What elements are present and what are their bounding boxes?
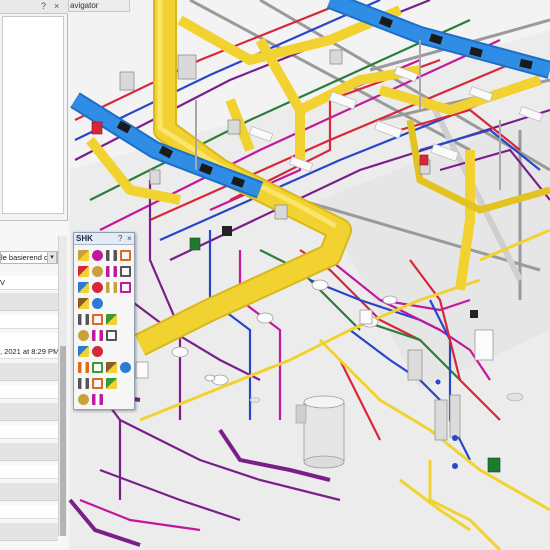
property-group-header (0, 443, 58, 461)
sink-tool-icon[interactable] (78, 266, 89, 277)
play-tool-icon[interactable] (92, 330, 103, 341)
box-tool-icon[interactable] (92, 394, 103, 405)
project-tree[interactable] (2, 16, 64, 214)
filter-tool-icon[interactable] (78, 378, 89, 389)
scrollbar-thumb[interactable] (60, 346, 66, 536)
property-row-date[interactable]: , 2021 at 8:29 PM (0, 345, 58, 359)
app-window: ? × le basierend der F ▾ V , 2021 at 8:2… (0, 0, 550, 550)
property-group-header (0, 363, 58, 381)
project-browser-panel: ? × le basierend der F ▾ V , 2021 at 8:2… (0, 0, 68, 550)
boiler-tool-icon[interactable] (106, 282, 117, 293)
property-group-header (0, 403, 58, 421)
valve-pair-tool-icon[interactable] (92, 362, 103, 373)
heater-tool-icon[interactable] (92, 346, 103, 357)
valve-tool-icon[interactable] (106, 250, 117, 261)
meter-tool-icon[interactable] (120, 282, 131, 293)
property-row[interactable] (0, 385, 58, 399)
properties-scrollbar[interactable] (58, 236, 67, 536)
help-button[interactable]: ? (118, 234, 122, 243)
fire-hose-tool-icon[interactable] (92, 298, 103, 309)
line-tool-icon[interactable] (106, 378, 117, 389)
property-row[interactable] (0, 315, 58, 329)
close-button[interactable]: × (127, 234, 132, 243)
cross-tool-icon[interactable] (106, 314, 117, 325)
diamond-tool-icon[interactable] (78, 362, 89, 373)
manifold-tool-icon[interactable] (78, 346, 89, 357)
gauge-tool-icon[interactable] (120, 362, 131, 373)
palette-title: SHK (76, 234, 93, 243)
palette-title-bar[interactable]: SHK ? × (74, 233, 134, 245)
shk-tool-palette: SHK ? × (73, 232, 135, 410)
tank-tool-icon[interactable] (92, 282, 103, 293)
plus-tool-icon[interactable] (106, 330, 117, 341)
wc-tool-icon[interactable] (92, 266, 103, 277)
pipe-tool-icon[interactable] (78, 250, 89, 261)
property-row[interactable] (0, 505, 58, 519)
help-button[interactable]: ? (41, 1, 46, 11)
fitting-tool-icon[interactable] (120, 250, 131, 261)
cylinder-tool-icon[interactable] (78, 394, 89, 405)
pump-tool-icon[interactable] (78, 282, 89, 293)
property-row[interactable] (0, 425, 58, 439)
panel-header: ? × (0, 0, 68, 14)
tab-navigator[interactable]: avigator (68, 0, 130, 12)
property-row[interactable] (0, 465, 58, 479)
arrow-tool-icon[interactable] (78, 314, 89, 325)
chevron-down-icon[interactable]: ▾ (47, 251, 57, 264)
sprinkler-tool-icon[interactable] (92, 314, 103, 325)
switch-tool-icon[interactable] (92, 378, 103, 389)
property-group-header (0, 523, 58, 541)
fire-tool-icon[interactable] (78, 298, 89, 309)
property-row[interactable]: V (0, 276, 58, 290)
mixer-tool-icon[interactable] (106, 362, 117, 373)
close-button[interactable]: × (54, 1, 59, 11)
triangle-tool-icon[interactable] (78, 330, 89, 341)
riser-tool-icon[interactable] (92, 250, 103, 261)
shower-tool-icon[interactable] (106, 266, 117, 277)
property-group-header (0, 293, 58, 311)
property-group-header (0, 483, 58, 501)
radiator-tool-icon[interactable] (120, 266, 131, 277)
